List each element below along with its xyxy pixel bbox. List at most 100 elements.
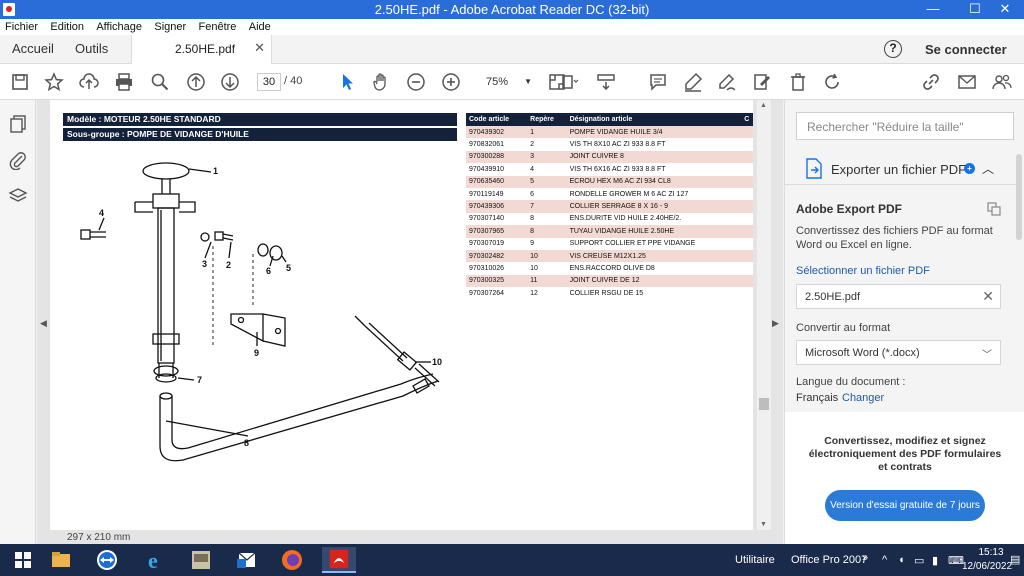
scroll-down-icon[interactable]: ▼ <box>760 521 767 528</box>
cell-repere: 8 <box>527 225 567 238</box>
document-viewer[interactable]: ◀ Modèle : MOTEUR 2.50HE STANDARD Sous-g… <box>37 100 783 544</box>
draw-sign-icon[interactable] <box>717 72 737 92</box>
diagram-label-5: 5 <box>286 263 291 273</box>
menu-edition[interactable]: Edition <box>45 19 88 33</box>
scroll-up-icon[interactable]: ▲ <box>760 102 767 109</box>
close-tab-icon[interactable]: ✕ <box>254 40 265 56</box>
cell-code-article: 970307264 <box>469 289 505 297</box>
collapse-left-pane-icon[interactable]: ◀ <box>40 318 47 329</box>
print-icon[interactable] <box>114 72 134 92</box>
notification-icon[interactable]: ▤ <box>1010 553 1020 566</box>
export-pdf-title[interactable]: Exporter un fichier PDF <box>831 162 966 177</box>
bookmark-star-icon[interactable] <box>44 72 64 92</box>
teamviewer-icon[interactable] <box>90 547 124 573</box>
network-icon[interactable]: ▭ <box>914 554 924 567</box>
cell-designation: POMPE VIDANGE HUILE 3/4 <box>566 126 742 139</box>
windows-start-icon[interactable] <box>6 547 40 573</box>
cell-code-article: 970439302 <box>466 126 528 139</box>
change-language-link[interactable]: Changer <box>842 392 884 404</box>
toolbar-office[interactable]: Office Pro 2007 <box>791 554 867 566</box>
tray-expand-icon[interactable]: » <box>862 552 868 564</box>
tab-accueil[interactable]: Accueil <box>12 41 54 56</box>
collapse-right-pane-icon[interactable]: ▶ <box>772 318 779 329</box>
chevron-up-icon[interactable]: ︿ <box>982 160 994 177</box>
delete-trash-icon[interactable] <box>788 72 808 92</box>
windows-taskbar: e Utilitaire Office Pro 2007 » ^ ◖ ▭ ▮ ⌨… <box>0 544 1024 576</box>
cell-code-article: 970307019 <box>469 240 505 248</box>
tools-search-input[interactable]: Rechercher "Réduire la taille" <box>796 112 1014 140</box>
email-icon[interactable] <box>957 72 977 92</box>
cell-repere: 10 <box>530 264 538 272</box>
clock-time[interactable]: 15:13 <box>974 547 1008 558</box>
table-row: 970307019 9 SUPPORT COLLIER ET PPE VIDANGE <box>466 238 753 250</box>
layers-icon[interactable] <box>8 186 28 206</box>
clear-file-icon[interactable]: ✕ <box>982 288 994 305</box>
scroll-mode-icon[interactable] <box>596 72 616 92</box>
share-link-icon[interactable] <box>921 72 941 92</box>
hand-tool-icon[interactable] <box>371 72 391 92</box>
page-display-icon[interactable] <box>560 72 580 92</box>
pdf-page: Modèle : MOTEUR 2.50HE STANDARD Sous-gro… <box>50 100 753 530</box>
cell-c <box>741 150 753 164</box>
upload-cloud-icon[interactable] <box>79 72 99 92</box>
highlight-pen-icon[interactable] <box>683 72 703 92</box>
select-cursor-icon[interactable] <box>337 72 357 92</box>
panel-scrollbar[interactable] <box>1016 154 1022 240</box>
page-thumbnails-icon[interactable] <box>8 114 28 134</box>
sign-in-link[interactable]: Se connecter <box>925 42 1007 57</box>
help-icon[interactable]: ? <box>884 40 902 58</box>
cell-repere: 3 <box>527 150 567 164</box>
zoom-level-dropdown[interactable]: 75% ▼ <box>477 73 535 91</box>
menu-aide[interactable]: Aide <box>244 19 275 33</box>
cell-repere: 12 <box>530 289 538 297</box>
cell-repere: 8 <box>530 215 535 223</box>
selected-file-field[interactable]: 2.50HE.pdf ✕ <box>796 284 1001 309</box>
firefox-icon[interactable] <box>275 547 309 573</box>
menu-fichier[interactable]: Fichier <box>0 19 42 33</box>
attachments-paperclip-icon[interactable] <box>8 150 28 171</box>
file-explorer-icon[interactable] <box>44 547 78 573</box>
menu-fenetre[interactable]: Fenêtre <box>194 19 241 33</box>
profile-people-icon[interactable] <box>992 72 1012 92</box>
cell-code-article: 970307140 <box>469 215 505 223</box>
toolbar-utilitaire[interactable]: Utilitaire <box>735 554 775 566</box>
scrollbar-thumb[interactable] <box>759 398 769 410</box>
maximize-button[interactable]: ☐ <box>960 0 990 19</box>
zoom-value: 75% <box>486 76 509 88</box>
battery-icon[interactable]: ▮ <box>932 554 938 567</box>
zoom-in-icon[interactable] <box>441 72 461 92</box>
menu-signer[interactable]: Signer <box>149 19 190 33</box>
zoom-out-icon[interactable] <box>406 72 426 92</box>
acrobat-taskbar-icon[interactable] <box>322 547 356 573</box>
tray-chevron-icon[interactable]: ^ <box>882 554 887 566</box>
internet-explorer-icon[interactable]: e <box>138 547 172 573</box>
volume-icon[interactable]: ◖ <box>898 554 905 566</box>
page-number-input[interactable]: 30 <box>257 73 281 91</box>
cell-designation: JOINT CUIVRE 8 <box>566 150 742 164</box>
tab-outils[interactable]: Outils <box>75 41 108 56</box>
table-row: 970439910 4 VIS TH 6X16 AC ZI 933 8.8 FT <box>466 163 753 175</box>
previous-page-icon[interactable] <box>186 72 206 92</box>
menu-affichage[interactable]: Affichage <box>91 19 146 33</box>
select-pdf-link[interactable]: Sélectionner un fichier PDF <box>796 265 930 277</box>
cell-designation: VIS TH 8X10 AC ZI 933 8.8 FT <box>569 141 666 149</box>
rotate-icon[interactable] <box>822 72 842 92</box>
info-icon[interactable]: + <box>964 163 975 174</box>
minimize-button[interactable]: — <box>918 0 948 19</box>
zoom-search-icon[interactable] <box>150 72 170 92</box>
format-dropdown[interactable]: Microsoft Word (*.docx) ﹀ <box>796 340 1001 365</box>
table-row: 970300288 3 JOINT CUIVRE 8 <box>466 150 753 164</box>
divider <box>785 184 1019 185</box>
next-page-icon[interactable] <box>220 72 240 92</box>
vertical-scrollbar[interactable]: ▲ ▼ <box>757 100 771 530</box>
app-icon-generic[interactable] <box>184 547 218 573</box>
tab-document[interactable]: 2.50HE.pdf ✕ <box>131 35 272 64</box>
copy-icon[interactable] <box>987 202 1001 216</box>
clock-date[interactable]: 12/06/2022 <box>962 561 1012 572</box>
outlook-icon[interactable] <box>230 547 264 573</box>
save-icon[interactable] <box>10 72 30 92</box>
close-window-button[interactable]: ✕ <box>990 0 1020 19</box>
fill-sign-icon[interactable] <box>752 72 772 92</box>
free-trial-button[interactable]: Version d'essai gratuite de 7 jours <box>825 490 985 521</box>
comment-icon[interactable] <box>648 72 668 92</box>
